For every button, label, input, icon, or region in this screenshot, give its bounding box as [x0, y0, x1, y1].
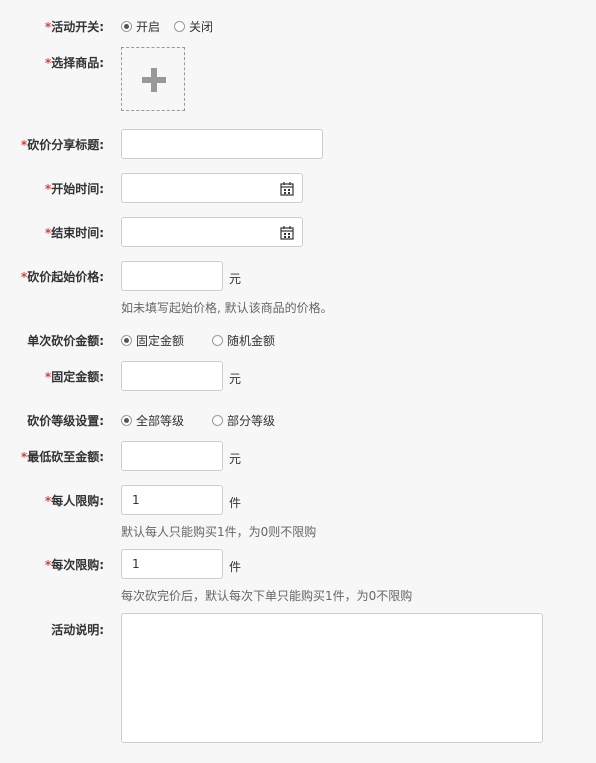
end-time-input[interactable] — [121, 217, 303, 247]
activity-switch-label: *活动开关: — [44, 20, 104, 34]
per-person-limit-input[interactable] — [121, 485, 223, 515]
level-setting-label: 砍价等级设置: — [27, 414, 104, 428]
plus-icon — [142, 68, 166, 92]
radio-checked-icon[interactable] — [121, 415, 132, 426]
start-time-input[interactable] — [121, 173, 303, 203]
per-person-limit-help: 默认每人只能购买1件，为0则不限购 — [121, 525, 317, 539]
fixed-amount-label: *固定金额: — [44, 370, 104, 384]
share-title-label: *砍价分享标题: — [20, 138, 104, 152]
radio-checked-icon[interactable] — [121, 335, 132, 346]
add-product-button[interactable] — [121, 47, 185, 111]
description-label: 活动说明: — [51, 623, 104, 637]
start-price-help: 如未填写起始价格, 默认该商品的价格。 — [121, 301, 333, 315]
activity-off-radio[interactable]: 关闭 — [174, 18, 213, 35]
radio-unchecked-icon[interactable] — [212, 335, 223, 346]
per-order-limit-help: 每次砍完价后，默认每次下单只能购买1件，为0不限购 — [121, 589, 413, 603]
fixed-amount-unit: 元 — [229, 372, 242, 386]
share-title-input[interactable] — [121, 129, 323, 159]
cut-amount-type-label: 单次砍价金额: — [27, 334, 104, 348]
end-time-label: *结束时间: — [44, 226, 104, 240]
calendar-icon[interactable] — [280, 225, 294, 240]
min-price-input[interactable] — [121, 441, 223, 471]
fixed-amount-radio[interactable]: 固定金额 — [121, 332, 184, 349]
description-textarea[interactable] — [121, 613, 543, 743]
per-order-limit-unit: 件 — [229, 560, 242, 574]
start-price-unit: 元 — [229, 272, 242, 286]
partial-levels-radio[interactable]: 部分等级 — [212, 412, 275, 429]
activity-on-radio[interactable]: 开启 — [121, 18, 160, 35]
per-order-limit-label: *每次限购: — [44, 558, 104, 572]
start-price-label: *砍价起始价格: — [20, 270, 104, 284]
radio-checked-icon[interactable] — [121, 21, 132, 32]
calendar-icon[interactable] — [280, 181, 294, 196]
select-product-label: *选择商品: — [44, 56, 104, 70]
min-price-label: *最低砍至金额: — [20, 450, 104, 464]
fixed-amount-input[interactable] — [121, 361, 223, 391]
start-price-input[interactable] — [121, 261, 223, 291]
start-time-label: *开始时间: — [44, 182, 104, 196]
per-person-limit-label: *每人限购: — [44, 494, 104, 508]
radio-unchecked-icon[interactable] — [174, 21, 185, 32]
radio-unchecked-icon[interactable] — [212, 415, 223, 426]
all-levels-radio[interactable]: 全部等级 — [121, 412, 184, 429]
min-price-unit: 元 — [229, 452, 242, 466]
per-order-limit-input[interactable] — [121, 549, 223, 579]
random-amount-radio[interactable]: 随机金额 — [212, 332, 275, 349]
per-person-limit-unit: 件 — [229, 496, 242, 510]
